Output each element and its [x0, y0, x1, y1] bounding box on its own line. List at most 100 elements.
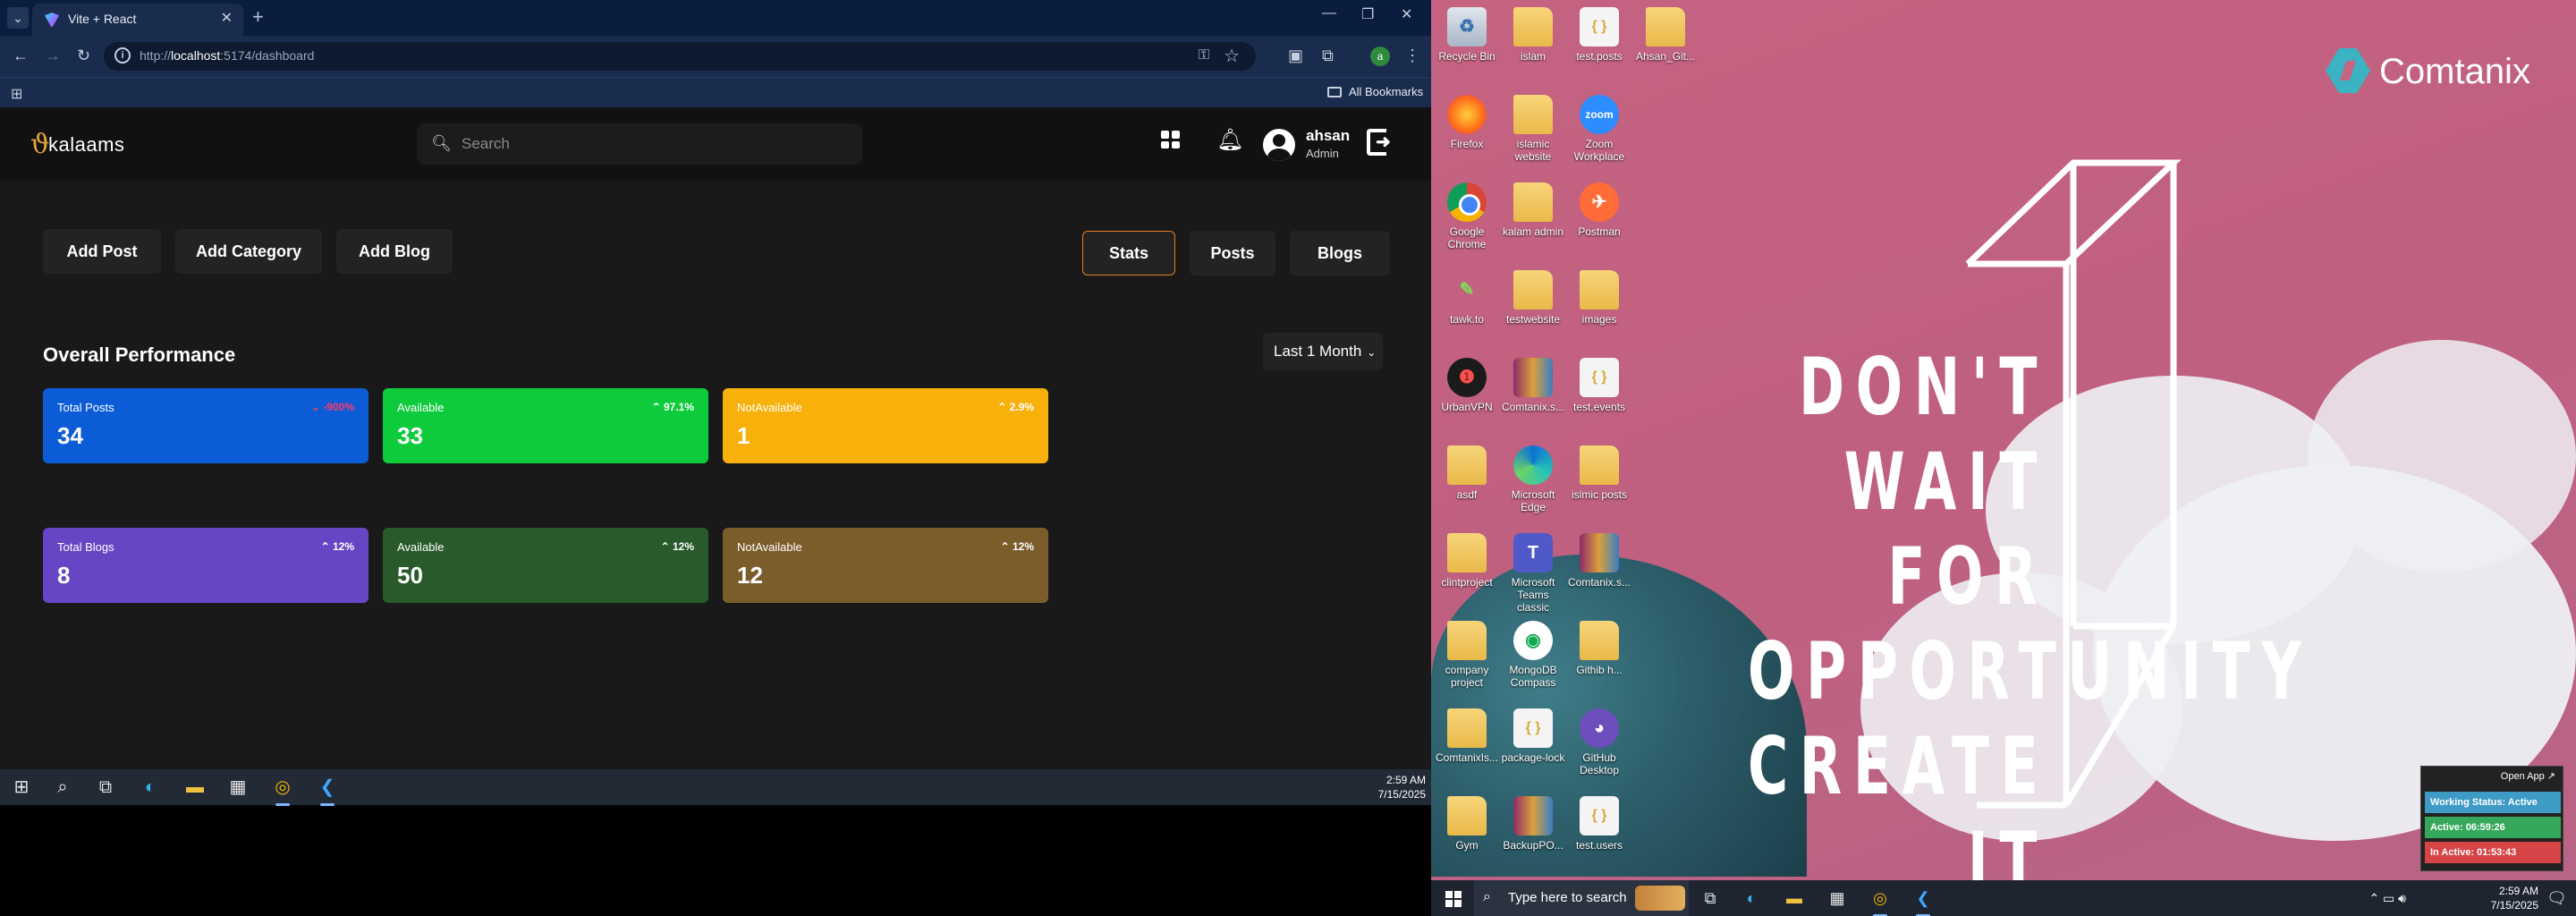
chrome-taskbar-icon[interactable]: ◎ — [1869, 887, 1891, 916]
desktop-icon[interactable]: company project — [1435, 621, 1499, 689]
open-app-link[interactable]: Open App ↗ — [2501, 770, 2555, 782]
desktop-icon[interactable]: zoom Zoom Workplace — [1567, 95, 1631, 163]
stat-card-change-value: -900% — [323, 401, 354, 413]
notification-bell-icon[interactable]: 🔔︎ — [1216, 127, 1243, 153]
password-key-icon[interactable]: ⚿ — [1199, 47, 1209, 64]
forward-icon[interactable]: → — [45, 47, 61, 65]
back-icon[interactable]: ← — [13, 47, 29, 65]
address-bar[interactable]: i http://localhost:5174/dashboard ⚿ ☆ — [104, 42, 1256, 71]
vscode-taskbar-icon[interactable]: ❮ — [317, 776, 338, 806]
search-input[interactable] — [462, 131, 837, 157]
desktop-icon[interactable]: ◕ GitHub Desktop — [1567, 708, 1631, 776]
site-info-icon[interactable]: i — [114, 47, 131, 64]
logout-icon[interactable]: ➜ — [1367, 129, 1397, 156]
task-view-icon[interactable]: ⧉ — [1699, 887, 1721, 909]
stat-card-change-value: 12% — [672, 540, 694, 553]
desktop-icon[interactable]: BackupPO... — [1501, 796, 1565, 852]
bookmark-star-icon[interactable]: ☆ — [1224, 45, 1240, 67]
apps-grid-icon[interactable]: ⊞ — [11, 85, 22, 103]
dashboard-grid-icon[interactable] — [1161, 131, 1180, 148]
desktop-icon[interactable]: Comtanix.s... — [1567, 533, 1631, 589]
taskbar-clock[interactable]: 2:59 AM 7/15/2025 — [2491, 884, 2538, 912]
folder-icon — [1646, 7, 1685, 47]
desktop-icon[interactable]: islmic posts — [1567, 445, 1631, 501]
stat-card-label: NotAvailable — [737, 401, 802, 414]
desktop-icon[interactable]: Ahsan_Git... — [1633, 7, 1698, 63]
stat-card-value: 50 — [397, 562, 423, 589]
stat-card-value: 12 — [737, 562, 763, 589]
desktop-icon[interactable]: { } test.posts — [1567, 7, 1631, 63]
windows-start-icon[interactable] — [1445, 891, 1462, 907]
extensions-puzzle-icon[interactable]: ⧉ — [1322, 47, 1334, 65]
add-blog-button[interactable]: Add Blog — [336, 229, 453, 274]
desktop-icon[interactable]: T Microsoft Teams classic — [1501, 533, 1565, 614]
desktop-icon[interactable]: ✎ tawk.to — [1435, 270, 1499, 326]
desktop-icon[interactable]: { } test.events — [1567, 358, 1631, 413]
explorer-taskbar-icon[interactable]: ▬ — [1784, 887, 1805, 909]
mongo-icon: ◉ — [1513, 621, 1553, 660]
desktop-icon[interactable]: Comtanix.s... — [1501, 358, 1565, 413]
tab-search-dropdown-icon[interactable]: ⌄ — [7, 7, 29, 29]
start-icon[interactable]: ⊞ — [11, 776, 32, 798]
desktop-icon[interactable]: ♻ Recycle Bin — [1435, 7, 1499, 63]
desktop-icon[interactable]: { } test.users — [1567, 796, 1631, 852]
taskbar-clock[interactable]: 2:59 AM 7/15/2025 — [1378, 773, 1426, 802]
edge-taskbar-icon[interactable]: ◐ — [1741, 887, 1762, 909]
desktop-icon[interactable]: clintproject — [1435, 533, 1499, 589]
desktop-icon-label: Comtanix.s... — [1501, 401, 1565, 413]
date-range-select[interactable]: Last 1 Month ⌄ — [1263, 333, 1383, 370]
new-tab-icon[interactable]: + — [252, 5, 264, 29]
store-taskbar-icon[interactable]: ▦ — [227, 776, 249, 798]
restore-icon[interactable]: ❐ — [1361, 5, 1374, 23]
reload-icon[interactable]: ↻ — [77, 47, 90, 65]
all-bookmarks-link[interactable]: All Bookmarks — [1349, 85, 1423, 98]
desktop-icon[interactable]: Microsoft Edge — [1501, 445, 1565, 513]
desktop-icon[interactable]: Google Chrome — [1435, 182, 1499, 250]
desktop-icon[interactable]: ◉ MongoDB Compass — [1501, 621, 1565, 689]
desktop-icon[interactable]: islamic website — [1501, 95, 1565, 163]
desktop-icon[interactable]: { } package-lock — [1501, 708, 1565, 764]
desktop-icon[interactable]: Firefox — [1435, 95, 1499, 150]
desktop-icon[interactable]: ✈ Postman — [1567, 182, 1631, 238]
kalaams-logo[interactable]: ϑ kalaams — [30, 129, 138, 161]
chrome-taskbar-icon[interactable]: ◎ — [272, 776, 293, 806]
window-close-icon[interactable]: ✕ — [1401, 5, 1412, 23]
minimize-icon[interactable]: — — [1322, 5, 1336, 21]
right-screen-desktop: Comtanix DON'T WAIT FOR OPPORTUNITY CREA… — [1431, 0, 2576, 916]
browser-tab-active[interactable]: Vite + React ✕ — [32, 4, 243, 36]
stat-card-value: 34 — [57, 422, 83, 449]
desktop-icon[interactable]: asdf — [1435, 445, 1499, 501]
desktop-icon[interactable]: images — [1567, 270, 1631, 326]
folder-icon — [1513, 270, 1553, 310]
desktop-icon[interactable]: islam — [1501, 7, 1565, 63]
extension-ledger-icon[interactable]: ▣ — [1288, 47, 1303, 65]
desktop-icon[interactable]: ❶ UrbanVPN — [1435, 358, 1499, 413]
desktop-icon[interactable]: Gym — [1435, 796, 1499, 852]
add-post-button[interactable]: Add Post — [43, 229, 161, 274]
profile-avatar[interactable]: a — [1370, 47, 1390, 66]
tab-posts[interactable]: Posts — [1190, 231, 1275, 276]
desktop-icon[interactable]: testwebsite — [1501, 270, 1565, 326]
explorer-taskbar-icon[interactable]: ▬ — [184, 776, 206, 798]
desktop-icon[interactable]: Githib h... — [1567, 621, 1631, 676]
desktop-icon-label: Microsoft Teams classic — [1511, 576, 1555, 614]
logo-text: kalaams — [48, 133, 125, 156]
taskbar-search-box[interactable]: ⌕ Type here to search — [1474, 880, 1689, 916]
system-tray-icons[interactable]: ⌃ ▭ 🔊︎ — [2368, 891, 2406, 906]
browser-menu-icon[interactable]: ⋮ — [1404, 47, 1420, 65]
task-view-icon[interactable]: ⧉ — [95, 776, 116, 798]
desktop-icon[interactable]: kalam admin — [1501, 182, 1565, 238]
vscode-taskbar-icon[interactable]: ❮ — [1912, 887, 1934, 916]
search-taskbar-icon[interactable]: ⌕ — [52, 776, 73, 798]
tab-stats[interactable]: Stats — [1082, 231, 1175, 276]
notifications-icon[interactable]: 🗨︎ — [2546, 889, 2567, 908]
folder-icon — [1580, 270, 1619, 310]
user-avatar-icon[interactable] — [1263, 129, 1295, 161]
desktop-icon[interactable]: ComtanixIs... — [1435, 708, 1499, 764]
tab-blogs[interactable]: Blogs — [1290, 231, 1390, 276]
folder-icon — [1447, 533, 1487, 572]
tab-close-icon[interactable]: ✕ — [221, 9, 233, 27]
edge-taskbar-icon[interactable]: ◐ — [140, 776, 161, 798]
add-category-button[interactable]: Add Category — [175, 229, 322, 274]
store-taskbar-icon[interactable]: ▦ — [1826, 887, 1848, 909]
